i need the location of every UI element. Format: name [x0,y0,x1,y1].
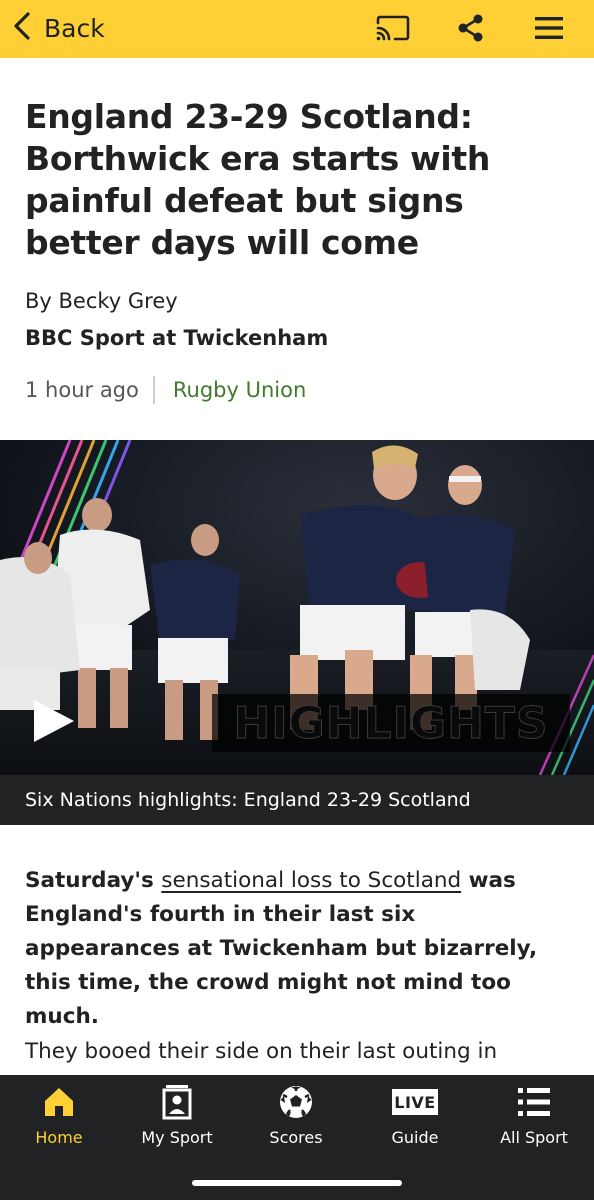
football-icon [280,1086,312,1118]
article-headline: England 23-29 Scotland: Borthwick era st… [25,97,491,262]
nav-label-scores: Scores [269,1128,323,1147]
home-indicator[interactable] [192,1180,402,1186]
play-button[interactable] [30,698,76,744]
lead-link[interactable]: sensational loss to Scotland [161,868,461,893]
cast-icon [376,15,410,41]
nav-label-home: Home [35,1128,83,1147]
my-sport-icon [162,1085,192,1120]
nav-guide[interactable]: LIVE Guide [356,1075,474,1165]
play-icon [34,700,74,742]
menu-button[interactable] [530,10,568,46]
highlights-label: HIGHLIGHTS [233,697,549,749]
list-icon [518,1088,550,1116]
menu-icon [535,17,563,39]
nav-label-my-sport: My Sport [141,1128,213,1147]
nav-label-all-sport: All Sport [500,1128,568,1147]
article-lead: Saturday's sensational loss to Scotland … [25,864,577,1034]
byline: By Becky Grey [25,289,178,313]
cast-button[interactable] [374,10,412,46]
highlights-overlay: HIGHLIGHTS [212,694,570,752]
timestamp: 1 hour ago [25,378,139,402]
chevron-left-icon [10,11,34,45]
byline-affiliation: BBC Sport at Twickenham [25,326,329,350]
home-icon [45,1088,73,1116]
live-icon-text: LIVE [394,1092,436,1112]
back-button[interactable]: Back [10,10,105,46]
nav-my-sport[interactable]: My Sport [118,1075,236,1165]
live-icon: LIVE [392,1089,438,1115]
nav-label-guide: Guide [391,1128,439,1147]
top-bar: Back [0,0,594,58]
back-label: Back [44,13,105,43]
article-paragraph: They booed their side on their last outi… [25,1039,498,1064]
nav-scores[interactable]: Scores [237,1075,355,1165]
video-caption: Six Nations highlights: England 23-29 Sc… [0,775,594,825]
lead-start: Saturday's [25,868,162,893]
topic-link[interactable]: Rugby Union [173,378,306,402]
share-icon [458,14,483,42]
article-meta: 1 hour ago Rugby Union [25,376,306,404]
nav-home[interactable]: Home [0,1075,118,1165]
share-button[interactable] [452,10,490,46]
nav-all-sport[interactable]: All Sport [475,1075,593,1165]
meta-divider [152,376,155,404]
